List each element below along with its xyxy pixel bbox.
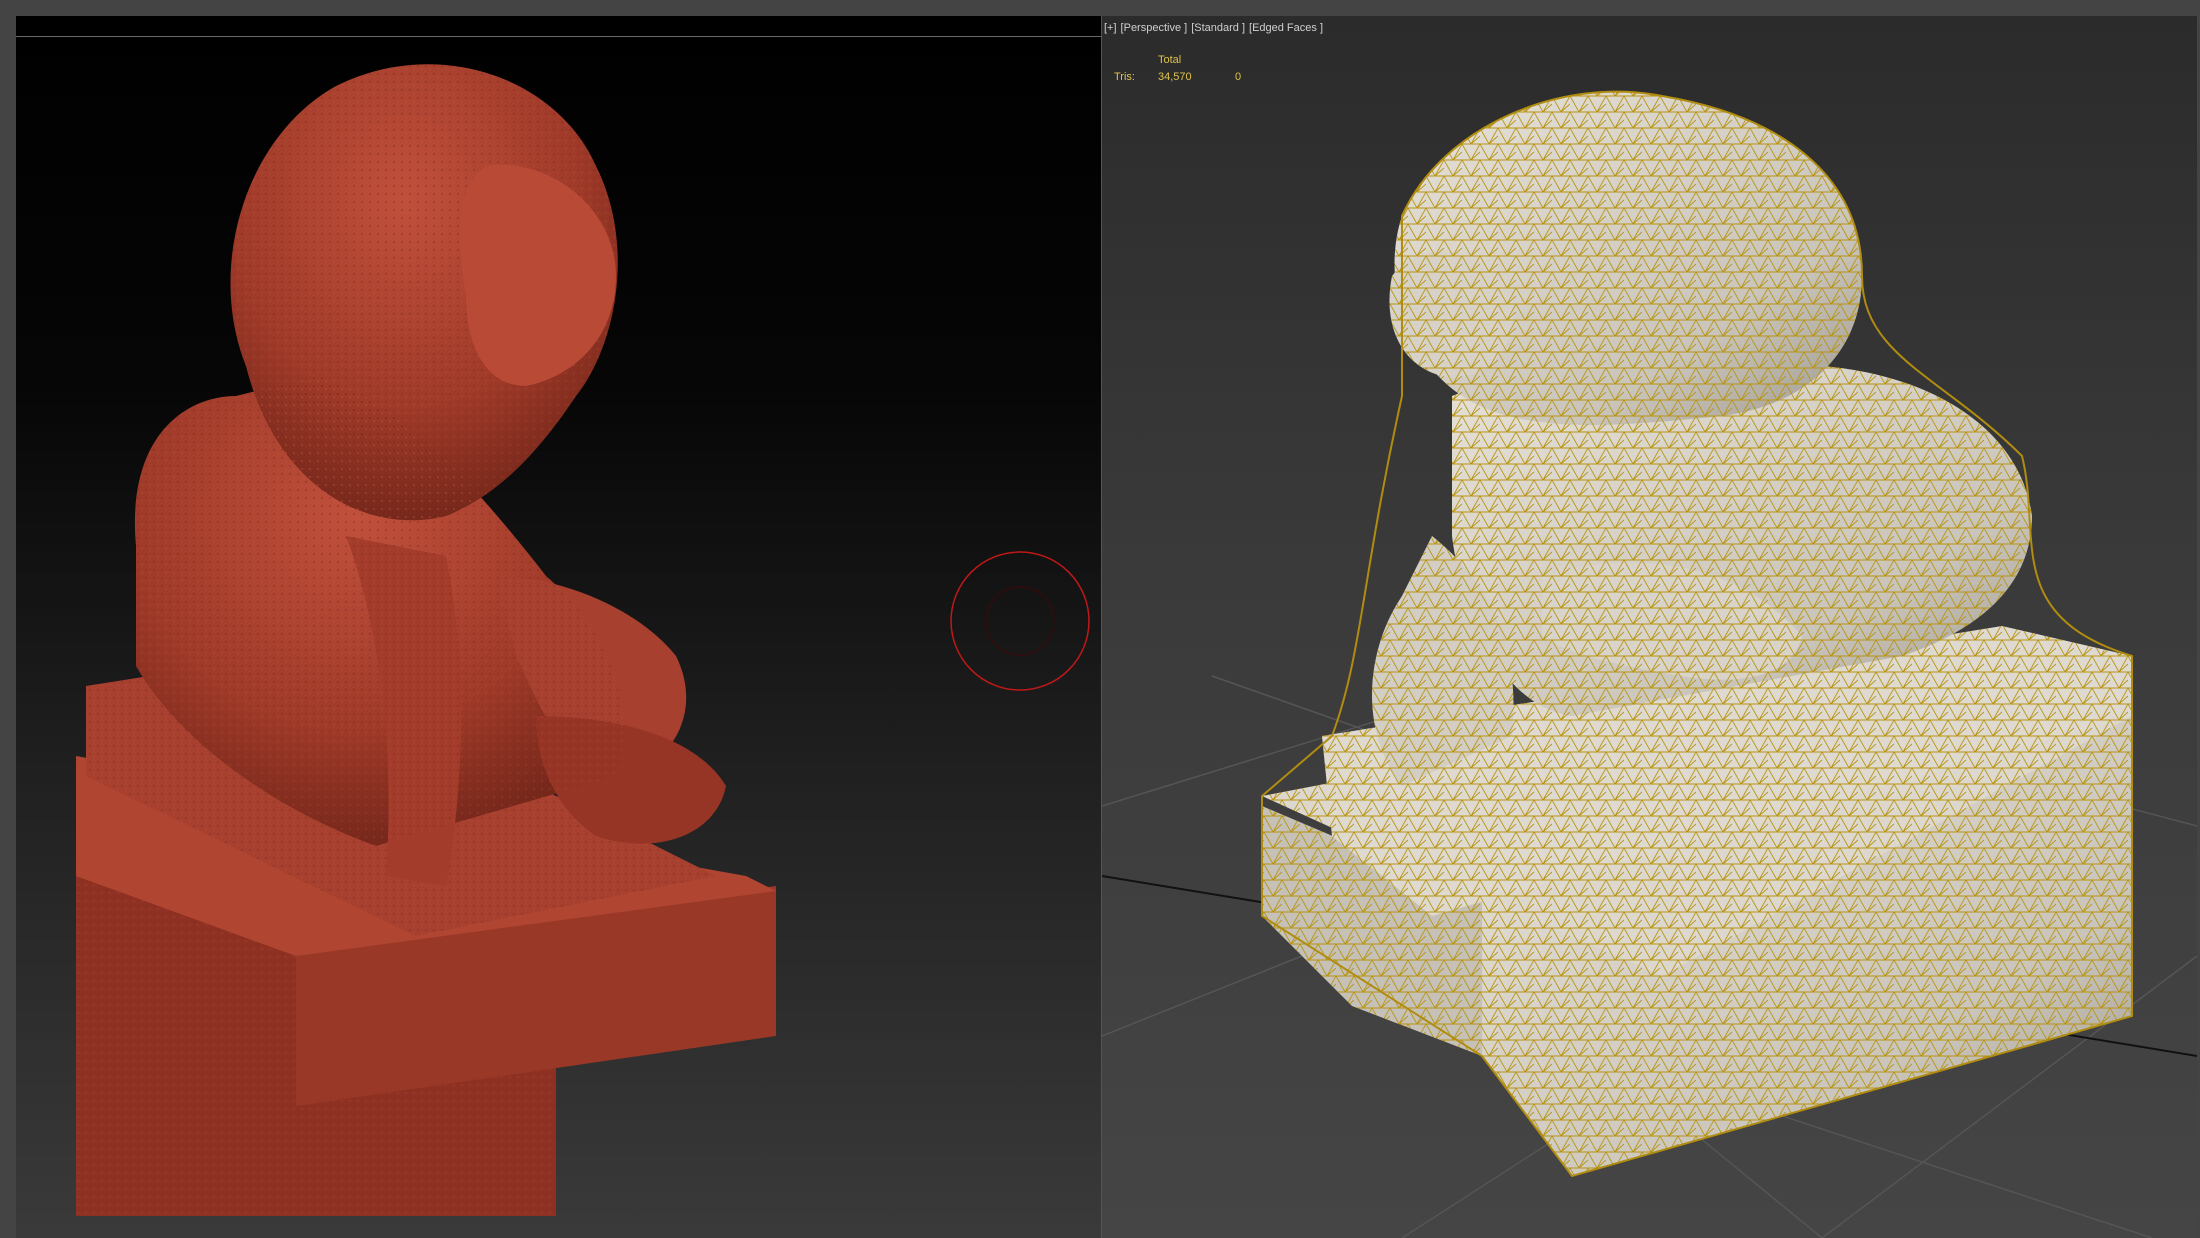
sculpt-viewport[interactable] [16, 16, 1101, 1238]
sculpt-brush-cursor [950, 551, 1090, 691]
lion-sculpt-model[interactable] [16, 16, 1101, 1238]
lion-wireframe-mesh[interactable] [1102, 16, 2197, 1238]
window-frame-top [0, 0, 2200, 16]
perspective-viewport[interactable]: [+] [Perspective ] [Standard ] [Edged Faces… [1102, 16, 2197, 1238]
window-frame-left [0, 0, 16, 1238]
